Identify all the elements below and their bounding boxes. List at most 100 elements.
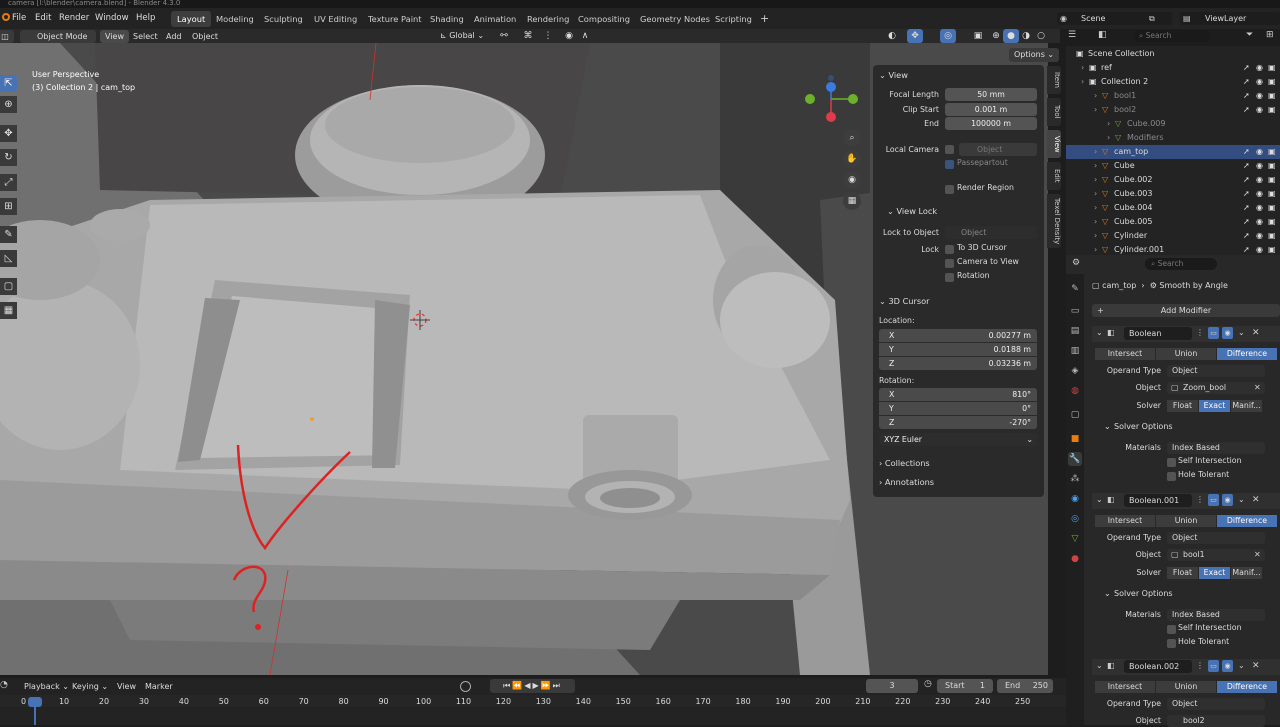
remove-modifier-icon[interactable]: ✕ — [1252, 661, 1260, 671]
materials-select[interactable]: Index Based — [1167, 442, 1265, 454]
modifier-name-field[interactable]: Boolean — [1124, 327, 1192, 340]
clear-field-icon[interactable]: ✕ — [1254, 549, 1261, 561]
menu-marker[interactable]: Marker — [145, 680, 173, 694]
constraints-tab-icon[interactable]: ◎ — [1068, 512, 1082, 526]
chevron-down-icon[interactable]: ⌄ — [1096, 661, 1103, 670]
operation-union[interactable]: Union — [1156, 515, 1216, 527]
new-scene-icon[interactable]: ⧉ — [1149, 12, 1155, 25]
play-icon[interactable]: ▶ — [533, 681, 541, 690]
clip-start-field[interactable]: 0.001 m — [945, 103, 1037, 116]
camera-to-view-checkbox[interactable] — [945, 259, 954, 268]
selectable-arrow-icon[interactable]: ➚ — [1243, 229, 1250, 243]
remove-modifier-icon[interactable]: ✕ — [1252, 495, 1260, 505]
tab-shading[interactable]: Shading — [430, 11, 464, 27]
prev-key-icon[interactable]: ⏪ — [512, 681, 524, 690]
outliner-row[interactable]: › ▣ Collection 2 ➚ ◉ ▣ — [1066, 75, 1280, 89]
outliner-filter-icon[interactable]: ◧ — [1098, 30, 1107, 40]
chevron-down-icon[interactable]: ⌄ — [1096, 328, 1103, 337]
snap-icon[interactable]: ⌘ — [520, 29, 536, 43]
collections-header[interactable]: › Collections — [879, 456, 930, 470]
data-tab-icon[interactable]: ▽ — [1068, 532, 1082, 546]
clip-end-field[interactable]: 100000 m — [945, 117, 1037, 130]
view-layer-selector[interactable]: ▤ ViewLayer — [1180, 12, 1280, 25]
self-intersection-checkbox[interactable] — [1167, 458, 1176, 467]
viewport-toggle-icon[interactable]: ▭ — [1208, 660, 1219, 672]
editmode-toggle-icon[interactable]: ⋮ — [1196, 495, 1204, 504]
selectable-arrow-icon[interactable]: ➚ — [1243, 145, 1250, 159]
operation-union[interactable]: Union — [1156, 681, 1216, 693]
menu-timeline-view[interactable]: View — [117, 680, 136, 694]
menu-playback[interactable]: Playback ⌄ — [24, 680, 69, 694]
focal-length-field[interactable]: 50 mm — [945, 88, 1037, 101]
viewport-toggle-icon[interactable]: ▭ — [1208, 494, 1219, 506]
outliner-row[interactable]: › ▽ cam_top ➚ ◉ ▣ — [1066, 145, 1280, 159]
wireframe-shading-icon[interactable]: ⊕ — [988, 29, 1004, 43]
to-3d-cursor-checkbox[interactable] — [945, 245, 954, 254]
menu-add[interactable]: Add — [166, 30, 182, 44]
editmode-toggle-icon[interactable]: ⋮ — [1196, 328, 1204, 337]
cursor-rot-x[interactable]: X 810° — [879, 388, 1037, 401]
scene-tab-icon[interactable]: ◈ — [1068, 364, 1082, 378]
tab-rendering[interactable]: Rendering — [527, 11, 569, 27]
material-tab-icon[interactable]: ● — [1068, 552, 1082, 566]
outliner-row[interactable]: › ▽ Cube.009 — [1066, 117, 1280, 131]
render-camera-icon[interactable]: ▣ — [1268, 159, 1276, 173]
tool-move-icon[interactable]: ✥ — [0, 125, 17, 142]
operand-type-select[interactable]: Object — [1167, 532, 1265, 544]
operand-object-field[interactable]: Zoom_bool — [1167, 382, 1265, 394]
tab-layout[interactable]: Layout — [171, 11, 212, 27]
operand-object-field[interactable]: bool2 — [1167, 715, 1265, 727]
menu-render[interactable]: Render — [59, 11, 89, 25]
particles-tab-icon[interactable]: ⁂ — [1068, 472, 1082, 486]
operation-difference[interactable]: Difference — [1217, 348, 1277, 360]
selectable-arrow-icon[interactable]: ➚ — [1243, 243, 1250, 255]
render-region-checkbox[interactable] — [945, 185, 954, 194]
visibility-eye-icon[interactable]: ◉ — [1256, 201, 1263, 215]
solver-exact[interactable]: Exact — [1199, 400, 1230, 412]
selectable-arrow-icon[interactable]: ➚ — [1243, 201, 1250, 215]
selectable-arrow-icon[interactable]: ➚ — [1243, 89, 1250, 103]
rendered-shading-icon[interactable]: ○ — [1033, 29, 1049, 43]
outliner-row[interactable]: › ▣ ref ➚ ◉ ▣ — [1066, 61, 1280, 75]
blender-logo-icon[interactable] — [2, 13, 10, 21]
outliner-row[interactable]: › ▽ Cube ➚ ◉ ▣ — [1066, 159, 1280, 173]
menu-object[interactable]: Object — [192, 30, 218, 44]
playhead[interactable] — [28, 697, 42, 707]
lock-to-object-field[interactable]: Object — [945, 226, 1037, 239]
outliner-row[interactable]: ▣ Scene Collection — [1066, 47, 1280, 61]
modifier-name-field[interactable]: Boolean.002 — [1124, 660, 1192, 673]
view-lock-header[interactable]: ⌄ View Lock — [887, 204, 937, 218]
materials-select[interactable]: Index Based — [1167, 609, 1265, 621]
outliner-row[interactable]: › ▽ Cube.005 ➚ ◉ ▣ — [1066, 215, 1280, 229]
tab-geometry-nodes[interactable]: Geometry Nodes — [640, 11, 710, 27]
operand-type-select[interactable]: Object — [1167, 365, 1265, 377]
funnel-icon[interactable]: ⏷ — [1246, 30, 1253, 40]
solver-options-header[interactable]: ⌄ — [1104, 589, 1111, 598]
render-toggle-icon[interactable]: ◉ — [1222, 494, 1233, 506]
snap-target-icon[interactable]: ⋮ — [540, 29, 556, 43]
jump-end-icon[interactable]: ⏭ — [553, 681, 562, 690]
outliner-row[interactable]: › ▽ Cylinder ➚ ◉ ▣ — [1066, 229, 1280, 243]
local-camera-field[interactable]: Object — [959, 143, 1037, 156]
render-camera-icon[interactable]: ▣ — [1268, 61, 1276, 75]
render-camera-icon[interactable]: ▣ — [1268, 103, 1276, 117]
tool-add-object-icon[interactable]: ▦ — [0, 302, 17, 319]
render-tab-icon[interactable]: ▭ — [1068, 304, 1082, 318]
play-reverse-icon[interactable]: ◀ — [524, 681, 532, 690]
menu-select[interactable]: Select — [133, 30, 158, 44]
solver-float[interactable]: Float — [1167, 400, 1198, 412]
outliner-row[interactable]: › ▽ Cube.003 ➚ ◉ ▣ — [1066, 187, 1280, 201]
cursor-loc-z[interactable]: Z 0.03236 m — [879, 357, 1037, 370]
material-shading-icon[interactable]: ◑ — [1018, 29, 1034, 43]
selectable-arrow-icon[interactable]: ➚ — [1243, 103, 1250, 117]
menu-window[interactable]: Window — [95, 11, 129, 25]
render-camera-icon[interactable]: ▣ — [1268, 243, 1276, 255]
tool-tab-icon[interactable]: ✎ — [1068, 282, 1082, 296]
menu-edit[interactable]: Edit — [35, 11, 51, 25]
solver-manif[interactable]: Manif... — [1231, 400, 1262, 412]
tool-select-icon[interactable]: ⇱ — [0, 75, 17, 92]
modifier-tab-icon[interactable]: 🔧 — [1068, 452, 1082, 466]
visibility-eye-icon[interactable]: ◉ — [1256, 187, 1263, 201]
self-intersection-checkbox[interactable] — [1167, 625, 1176, 634]
hole-tolerant-checkbox[interactable] — [1167, 472, 1176, 481]
